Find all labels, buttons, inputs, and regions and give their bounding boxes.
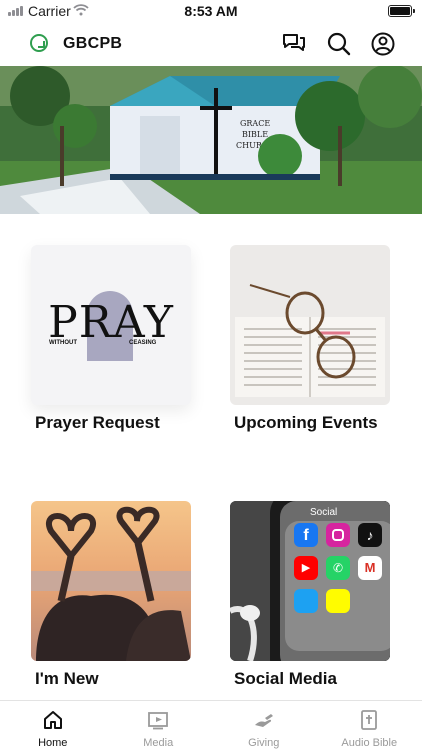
app-header: GBCPB	[0, 22, 422, 66]
tile-label: I'm New	[35, 669, 99, 689]
instagram-icon	[326, 523, 350, 547]
status-bar: Carrier 8:53 AM	[0, 0, 422, 22]
search-icon[interactable]	[326, 31, 352, 57]
home-icon	[42, 709, 64, 731]
tab-label: Home	[0, 737, 106, 749]
tab-media[interactable]: Media	[106, 701, 212, 751]
app-logo-icon	[30, 34, 48, 52]
tab-audio-bible[interactable]: Audio Bible	[317, 701, 422, 751]
tile-label: Upcoming Events	[234, 413, 378, 433]
snapchat-icon	[326, 589, 350, 613]
phone-apps-image: Social f ♪ ▶ ✆ M	[230, 501, 390, 661]
bible-glasses-image	[230, 245, 390, 405]
tiktok-icon: ♪	[358, 523, 382, 547]
battery-icon	[388, 5, 412, 17]
app-grid: f ♪ ▶ ✆ M	[294, 523, 390, 613]
tile-label: Social Media	[234, 669, 337, 689]
gmail-icon: M	[358, 556, 382, 580]
twitter-icon	[294, 589, 318, 613]
tile-upcoming-events[interactable]: Upcoming Events	[230, 245, 390, 405]
sign-line1: GRACE	[240, 119, 270, 128]
tab-home[interactable]: Home	[0, 701, 106, 751]
tab-giving[interactable]: Giving	[211, 701, 317, 751]
social-folder-title: Social	[310, 507, 337, 518]
tile-prayer-request[interactable]: PRAY WITHOUT CEASING Prayer Request	[31, 245, 191, 405]
pray-right-word: CEASING	[129, 340, 156, 346]
hearts-hands-image	[31, 501, 191, 661]
tile-im-new[interactable]: I'm New	[31, 501, 191, 661]
youtube-icon: ▶	[294, 556, 318, 580]
tile-label: Prayer Request	[35, 413, 160, 433]
church-banner-image: GRACE BIBLE CHURCH	[0, 66, 422, 214]
tab-label: Audio Bible	[317, 737, 422, 749]
whatsapp-icon: ✆	[326, 556, 350, 580]
tile-social-media[interactable]: Social f ♪ ▶ ✆ M Social Media	[230, 501, 390, 661]
bible-icon	[358, 709, 380, 731]
prayer-image: PRAY WITHOUT CEASING	[31, 245, 191, 405]
sign-line2: BIBLE	[242, 130, 268, 139]
tab-label: Giving	[211, 737, 317, 749]
chat-bubbles-icon[interactable]	[281, 31, 307, 57]
facebook-icon: f	[294, 523, 318, 547]
tab-label: Media	[106, 737, 212, 749]
giving-hand-icon	[253, 709, 275, 731]
app-title: GBCPB	[63, 35, 122, 53]
bottom-tab-bar: Home Media Giving Audio Bible	[0, 700, 422, 751]
profile-icon[interactable]	[370, 31, 396, 57]
pray-left-word: WITHOUT	[49, 340, 77, 346]
media-play-icon	[147, 709, 169, 731]
clock: 8:53 AM	[0, 3, 422, 19]
